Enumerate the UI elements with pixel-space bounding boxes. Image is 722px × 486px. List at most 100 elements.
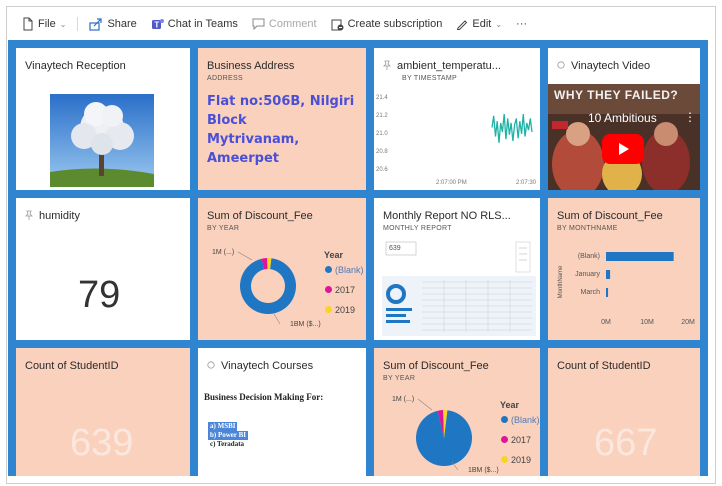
divider xyxy=(77,17,79,31)
legend-dot xyxy=(501,416,508,423)
video-thumbnail[interactable]: WHY THEY FAILED? 10 Ambitious ⋮ xyxy=(548,84,700,190)
legend-dot xyxy=(501,436,508,443)
share-button[interactable]: Share xyxy=(84,16,141,33)
tile-student-count-2[interactable]: Count of StudentID 667 xyxy=(548,348,700,476)
tile-title: Vinaytech Reception xyxy=(25,60,126,72)
pin-icon xyxy=(207,361,215,369)
file-label: File xyxy=(38,18,56,30)
comment-icon xyxy=(252,18,265,30)
chevron-down-icon: ⌄ xyxy=(59,19,67,29)
data-label: 1BM ($...) xyxy=(468,467,499,474)
pin-icon xyxy=(557,61,565,69)
address-line-2: Mytrivanam, Ameerpet xyxy=(207,132,300,166)
tile-title-text: Vinaytech Courses xyxy=(221,360,314,372)
share-label: Share xyxy=(107,18,137,30)
tile-business-address[interactable]: Business Address ADDRESS Flat no:506B, N… xyxy=(198,48,366,190)
video-more-icon[interactable]: ⋮ xyxy=(684,110,696,124)
tile-discount-by-year[interactable]: Sum of Discount_Fee BY YEAR 1M (...) 1BM … xyxy=(198,198,366,340)
address-text: Flat no:506B, Nilgiri Block Mytrivanam, … xyxy=(207,92,366,168)
legend-dot xyxy=(325,306,332,313)
file-icon xyxy=(23,17,33,31)
edit-label: Edit xyxy=(472,18,492,30)
tree-image xyxy=(50,94,154,187)
bar xyxy=(606,288,609,297)
chevron-down-icon: ⌄ xyxy=(495,19,503,29)
report-badge: 639 xyxy=(389,245,401,252)
tile-title: Count of StudentID xyxy=(25,360,119,372)
address-line-1: Flat no:506B, Nilgiri Block xyxy=(207,94,355,128)
tile-title: ambient_temperatu... xyxy=(383,60,501,72)
tile-title: Sum of Discount_Fee xyxy=(207,210,313,222)
bar xyxy=(606,270,611,279)
leader-line xyxy=(417,398,433,411)
tile-subtitle: MONTHLY REPORT xyxy=(383,225,452,232)
student-count-value: 667 xyxy=(594,422,658,464)
category-label: January xyxy=(575,271,600,278)
tile-title: humidity xyxy=(25,210,80,222)
data-label: 1M (...) xyxy=(392,396,414,403)
tile-reception[interactable]: Vinaytech Reception xyxy=(16,48,190,190)
course-item: b) Power BI xyxy=(208,431,249,440)
course-item: a) MSBI xyxy=(208,422,238,431)
bar xyxy=(606,252,674,261)
create-subscription-button[interactable]: Create subscription xyxy=(326,16,448,33)
tile-subtitle: BY YEAR xyxy=(383,375,416,382)
legend-title: Year xyxy=(324,250,344,260)
tile-title: Business Address xyxy=(207,60,295,72)
leader-line xyxy=(237,251,253,261)
tile-title: Sum of Discount_Fee xyxy=(557,210,663,222)
dashboard-canvas: Vinaytech Reception Business Address ADD… xyxy=(8,40,708,476)
tile-title: Vinaytech Courses xyxy=(207,360,313,372)
chat-label: Chat in Teams xyxy=(167,18,238,30)
play-button[interactable] xyxy=(602,134,644,164)
tile-ambient-temperature[interactable]: ambient_temperatu... BY TIMESTAMP 21.4 21… xyxy=(374,48,540,190)
tile-student-count-1[interactable]: Count of StudentID 639 xyxy=(16,348,190,476)
courses-heading: Business Decision Making For: xyxy=(204,392,324,402)
y-tick-label: 21.4 xyxy=(376,95,388,101)
toolbar: File ⌄ Share T Chat in Teams Comment Cre… xyxy=(7,7,715,41)
legend-dot xyxy=(325,266,332,273)
legend-label: 2019 xyxy=(511,455,532,465)
tile-title: Sum of Discount_Fee xyxy=(383,360,489,372)
tile-title-text: Vinaytech Video xyxy=(571,60,651,72)
y-tick-label: 21.0 xyxy=(376,131,388,137)
x-tick-label: 10M xyxy=(640,319,654,326)
legend-item-2017: 2017 xyxy=(325,285,355,295)
x-tick-label: 0M xyxy=(601,319,611,326)
courses-list: a) MSBI b) Power BI c) Teradata xyxy=(208,422,249,449)
tile-discount-by-month[interactable]: Sum of Discount_Fee BY MONTHNAME (Blank)… xyxy=(548,198,700,340)
course-item: c) Teradata xyxy=(210,440,245,448)
tile-humidity[interactable]: humidity 79 xyxy=(16,198,190,340)
legend-label: 2019 xyxy=(335,305,356,315)
tile-title: Count of StudentID xyxy=(557,360,651,372)
legend-dot xyxy=(325,286,332,293)
series-line xyxy=(491,113,533,143)
tile-title-text: ambient_temperatu... xyxy=(397,60,501,72)
legend-item-blank: (Blank) xyxy=(501,415,540,425)
legend-label: (Blank) xyxy=(511,415,540,425)
tile-video[interactable]: Vinaytech Video WHY THEY FAILED? 10 Ambi… xyxy=(548,48,700,190)
legend-label: 2017 xyxy=(511,435,532,445)
tile-subtitle: BY MONTHNAME xyxy=(557,225,618,232)
tile-discount-by-year-2[interactable]: Sum of Discount_Fee BY YEAR 1M (...) 1BM … xyxy=(374,348,540,476)
chat-in-teams-button[interactable]: T Chat in Teams xyxy=(146,16,243,33)
humidity-value: 79 xyxy=(78,274,121,316)
comment-button[interactable]: Comment xyxy=(247,16,322,32)
edit-menu[interactable]: Edit ⌄ xyxy=(451,16,507,32)
pin-icon xyxy=(25,210,33,220)
y-tick-label: 21.2 xyxy=(376,113,388,119)
comment-label: Comment xyxy=(268,18,317,30)
legend-dot xyxy=(501,456,508,463)
x-tick-label: 2:07:00 PM xyxy=(436,180,467,186)
legend-label: 2017 xyxy=(335,285,356,295)
legend-item-2017: 2017 xyxy=(501,435,531,445)
x-tick-label: 2:07:30 xyxy=(516,180,537,186)
tile-monthly-report[interactable]: Monthly Report NO RLS... MONTHLY REPORT … xyxy=(374,198,540,340)
tile-courses[interactable]: Vinaytech Courses Business Decision Maki… xyxy=(198,348,366,476)
more-label: ··· xyxy=(516,18,528,30)
more-options-button[interactable]: ··· xyxy=(511,16,532,32)
category-label: March xyxy=(581,289,601,296)
file-menu[interactable]: File ⌄ xyxy=(17,15,71,33)
pin-icon xyxy=(383,60,391,70)
tile-title-text: humidity xyxy=(39,210,80,222)
